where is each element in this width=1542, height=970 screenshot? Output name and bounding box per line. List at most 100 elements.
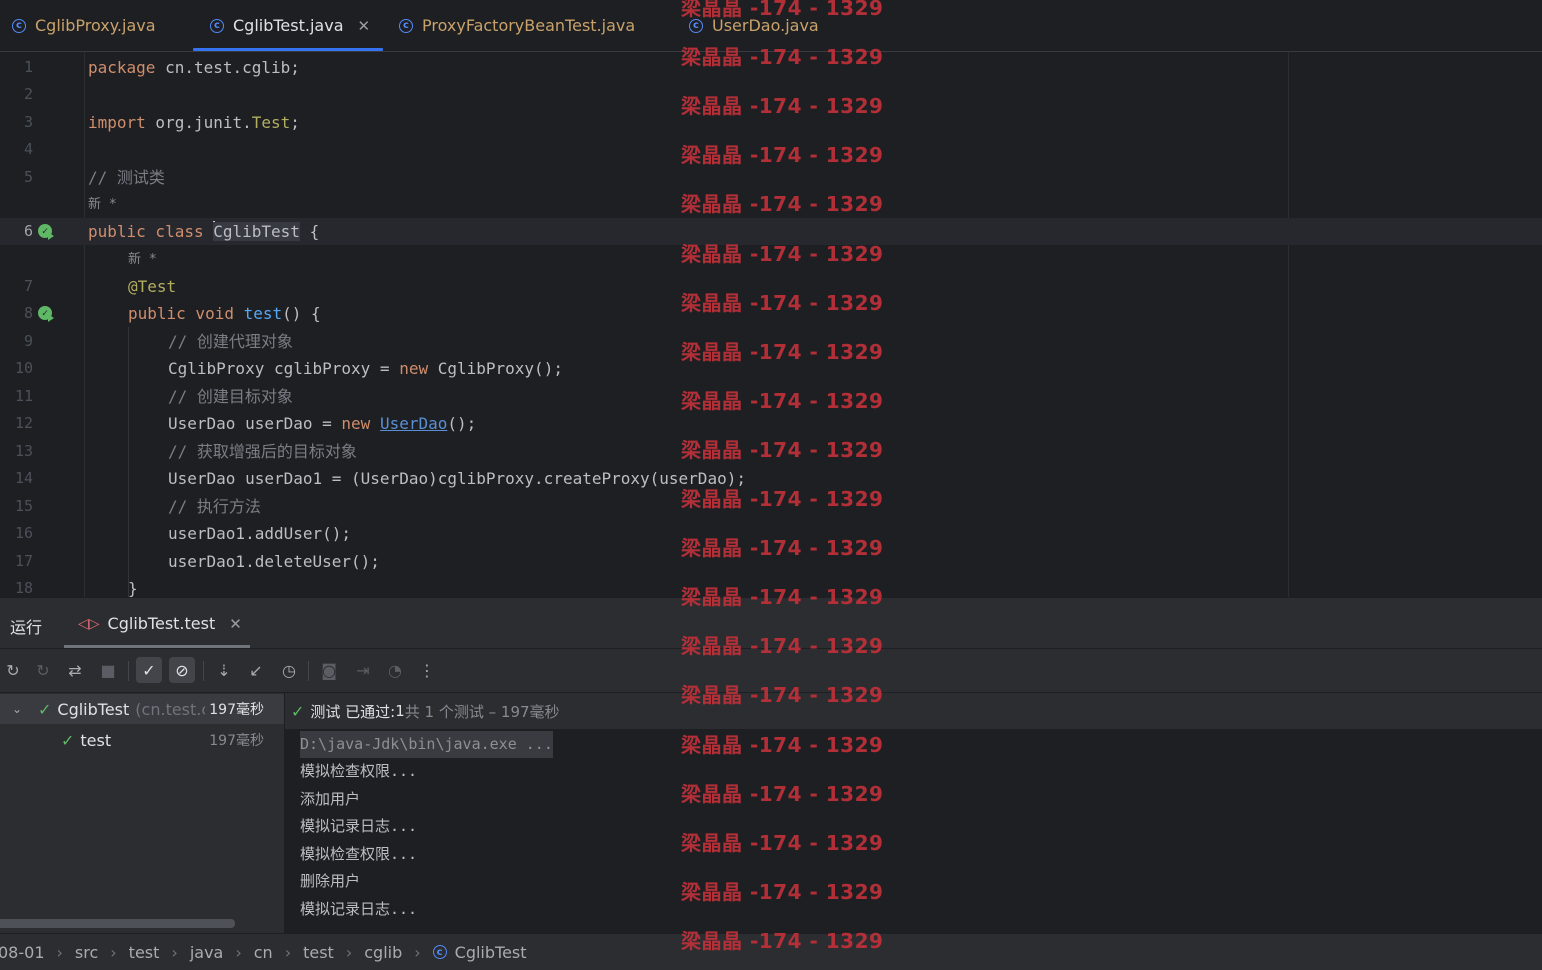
- test-method-label: test: [80, 730, 112, 750]
- chevron-right-icon: ›: [56, 942, 63, 962]
- line-number: 2: [23, 85, 33, 103]
- run-gutter-icon[interactable]: ✓: [38, 224, 54, 240]
- code-text: cn.test.cglib;: [155, 58, 300, 77]
- run-config-tab[interactable]: ◁▷ CglibTest.test ✕: [78, 614, 242, 633]
- rerun-failed-icon[interactable]: ↻: [30, 657, 56, 683]
- line-number: 7: [23, 277, 33, 295]
- watermark-text: 梁晶晶 -174 - 1329: [681, 536, 884, 561]
- tab-proxyfactorybeantest[interactable]: c ProxyFactoryBeanTest.java: [399, 0, 635, 51]
- camera-icon[interactable]: ◙: [316, 657, 342, 683]
- watermark-text: 梁晶晶 -174 - 1329: [681, 45, 884, 70]
- collapse-icon[interactable]: ↙: [243, 657, 269, 683]
- class-icon: c: [12, 18, 26, 33]
- tab-label: ProxyFactoryBeanTest.java: [422, 16, 636, 35]
- class-name: CglibTest: [213, 222, 300, 241]
- line-number: 4: [23, 140, 33, 158]
- watermark-text: 梁晶晶 -174 - 1329: [681, 879, 884, 904]
- more-options-icon[interactable]: ⋮: [414, 657, 440, 683]
- line-number: 15: [14, 497, 33, 515]
- breadcrumb-item[interactable]: java: [190, 943, 224, 962]
- console-line: 添加用户: [300, 790, 361, 808]
- check-icon: ✓: [38, 699, 52, 719]
- horizontal-scrollbar[interactable]: [0, 919, 235, 928]
- code-text: UserDao userDao =: [168, 414, 342, 433]
- watermark-text: 梁晶晶 -174 - 1329: [681, 781, 884, 806]
- chevron-right-icon: ›: [284, 942, 292, 962]
- rerun-icon[interactable]: ↻: [0, 657, 26, 683]
- class-link[interactable]: UserDao: [380, 414, 447, 433]
- watermark-text: 梁晶晶 -174 - 1329: [681, 290, 884, 315]
- breadcrumb-item[interactable]: cglib: [364, 943, 402, 962]
- status-count: 1: [395, 702, 405, 720]
- breadcrumb-item[interactable]: src: [75, 943, 98, 962]
- active-tab-indicator: [193, 48, 383, 51]
- line-number: 14: [14, 469, 33, 487]
- import-icon[interactable]: ⇥: [350, 657, 376, 683]
- watermark-text: 梁晶晶 -174 - 1329: [681, 830, 884, 855]
- code-text: CglibProxy cglibProxy =: [168, 359, 400, 378]
- show-ignored-icon[interactable]: ⊘: [169, 657, 195, 683]
- console-line: 模拟记录日志...: [300, 900, 418, 918]
- watermark-text: 梁晶晶 -174 - 1329: [681, 94, 884, 119]
- comment: // 测试类: [88, 168, 165, 187]
- watermark-text: 梁晶晶 -174 - 1329: [681, 634, 884, 659]
- keyword: public void: [128, 304, 244, 323]
- console-command-line[interactable]: D:\java-Jdk\bin\java.exe ...: [300, 731, 553, 758]
- code-text: userDao1.addUser();: [168, 524, 352, 543]
- code-editor[interactable]: 1 package cn.test.cglib; 2 3 import org.…: [0, 52, 1542, 597]
- breadcrumb-item[interactable]: 08-01: [0, 943, 45, 962]
- keyword: package: [88, 58, 156, 77]
- chevron-down-icon[interactable]: ⌄: [12, 702, 22, 716]
- line-number: 13: [14, 442, 33, 460]
- inlay-hint-new[interactable]: 新 *: [88, 191, 117, 218]
- close-icon[interactable]: ✕: [358, 17, 371, 35]
- console-line: 模拟记录日志...: [300, 817, 418, 835]
- breadcrumb-item[interactable]: cn: [254, 943, 273, 962]
- line-number: 5: [23, 168, 33, 186]
- active-tab-indicator: [64, 645, 250, 648]
- check-icon: ✓: [61, 730, 75, 750]
- code-text: ;: [290, 113, 300, 132]
- keyword: import: [88, 113, 146, 132]
- stop-icon[interactable]: ■: [95, 657, 121, 683]
- code-text: {: [299, 222, 320, 241]
- test-tree-item-test[interactable]: ✓ test 197毫秒: [0, 725, 284, 755]
- line-number: 9: [23, 332, 33, 350]
- console-line: 删除用户: [300, 872, 361, 890]
- watermark-text: 梁晶晶 -174 - 1329: [681, 388, 884, 413]
- test-config-icon: ◁▷: [78, 615, 100, 632]
- coverage-icon[interactable]: ◔: [382, 657, 408, 683]
- line-number: 1: [23, 58, 33, 76]
- code-text: userDao1.deleteUser();: [168, 552, 380, 571]
- show-passed-icon[interactable]: ✓: [136, 657, 162, 683]
- test-tree-item-root[interactable]: ⌄ ✓ CglibTest (cn.test.c 197毫秒: [0, 694, 284, 724]
- watermark-text: 梁晶晶 -174 - 1329: [681, 0, 884, 20]
- toolbar-separator: [203, 661, 204, 681]
- code-text: }: [128, 579, 138, 597]
- test-duration: 197毫秒: [205, 699, 264, 719]
- class-icon: c: [210, 18, 224, 33]
- breadcrumb-item[interactable]: CglibTest: [455, 943, 527, 962]
- tab-cglibtest[interactable]: c CglibTest.java ✕: [210, 0, 370, 51]
- watermark-text: 梁晶晶 -174 - 1329: [681, 339, 884, 364]
- chevron-right-icon: ›: [345, 942, 353, 962]
- sort-icon[interactable]: ⇣: [211, 657, 237, 683]
- tab-cglibproxy[interactable]: c CglibProxy.java: [12, 0, 156, 51]
- test-tree: ⌄ ✓ CglibTest (cn.test.c 197毫秒 ✓ test 19…: [0, 693, 285, 934]
- test-duration: 197毫秒: [209, 733, 264, 749]
- run-gutter-icon[interactable]: ✓: [38, 306, 54, 322]
- status-prefix: 测试 已通过:: [310, 702, 396, 721]
- chevron-right-icon: ›: [171, 942, 178, 962]
- comment: // 创建目标对象: [168, 387, 293, 406]
- toggle-auto-test-icon[interactable]: ⇄: [62, 657, 88, 683]
- console-body[interactable]: D:\java-Jdk\bin\java.exe ... 模拟检查权限... 添…: [285, 729, 1542, 934]
- console-output[interactable]: ✓ 测试 已通过: 1 共 1 个测试 – 197毫秒 D:\java-Jdk\…: [285, 693, 1542, 934]
- test-status-bar: ✓ 测试 已通过: 1 共 1 个测试 – 197毫秒: [285, 693, 1542, 729]
- history-icon[interactable]: ◷: [276, 657, 302, 683]
- breadcrumb-item[interactable]: test: [303, 943, 334, 962]
- run-panel-title: 运行: [10, 618, 43, 637]
- breadcrumb-item[interactable]: test: [129, 943, 160, 962]
- tab-label: CglibTest.java: [233, 16, 344, 35]
- inlay-hint-new[interactable]: 新 *: [128, 246, 157, 273]
- close-icon[interactable]: ✕: [229, 615, 242, 633]
